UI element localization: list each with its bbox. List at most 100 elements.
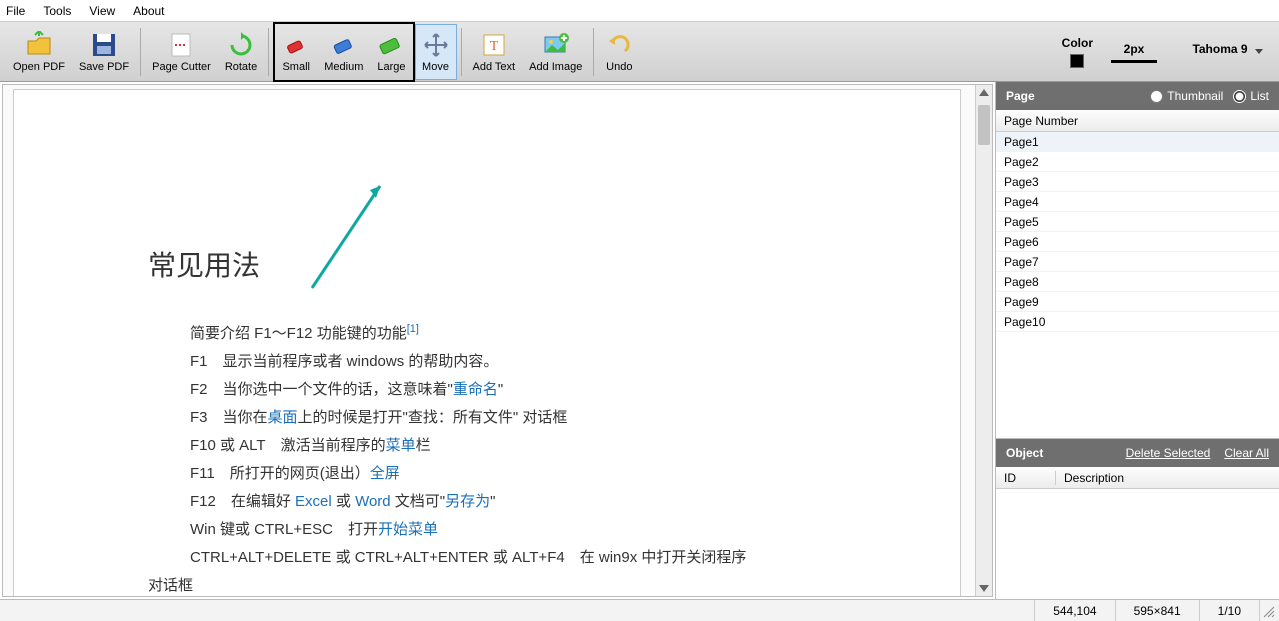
doc-link[interactable]: Excel	[295, 493, 332, 510]
toolbar-right: Color 2px Tahoma 9	[1062, 22, 1265, 82]
page-cutter-label: Page Cutter	[152, 61, 211, 73]
page-list-item[interactable]: Page10	[996, 312, 1279, 332]
page-list-item[interactable]: Page8	[996, 272, 1279, 292]
menu-file[interactable]: File	[6, 4, 25, 18]
status-bar: 544,104 595×841 1/10	[0, 599, 1279, 621]
svg-text:T: T	[490, 39, 499, 54]
add-image-label: Add Image	[529, 61, 582, 73]
add-image-button[interactable]: Add Image	[522, 24, 589, 80]
page-list-item[interactable]: Page4	[996, 192, 1279, 212]
clear-all-link[interactable]: Clear All	[1224, 446, 1269, 460]
add-image-icon	[542, 31, 570, 59]
doc-row: Win 键或 CTRL+ESC 打开开始菜单	[190, 516, 908, 544]
scroll-thumb[interactable]	[978, 105, 990, 145]
undo-label: Undo	[606, 61, 632, 73]
vertical-scrollbar[interactable]	[975, 85, 992, 596]
move-button[interactable]: Move	[415, 24, 457, 80]
eraser-small-icon	[282, 31, 310, 59]
status-dimensions: 595×841	[1115, 600, 1199, 621]
page-list-item[interactable]: Page6	[996, 232, 1279, 252]
page-list: Page Number Page1Page2Page3Page4Page5Pag…	[996, 110, 1279, 439]
ref-link[interactable]: [1]	[407, 323, 419, 335]
document-content: 常见用法 简要介绍 F1～F12 功能键的功能[1] F1 显示当前程序或者 w…	[148, 244, 908, 597]
page-cutter-button[interactable]: Page Cutter	[145, 24, 218, 80]
doc-row: F3 当你在桌面上的时候是打开"查找：所有文件" 对话框	[190, 404, 908, 432]
doc-link[interactable]: 全屏	[370, 465, 400, 482]
stroke-width-picker[interactable]: 2px	[1111, 42, 1157, 63]
page-list-header: Page Number	[996, 110, 1279, 132]
doc-row: F1 显示当前程序或者 windows 的帮助内容。	[190, 348, 908, 376]
doc-link[interactable]: Word	[355, 493, 391, 510]
save-pdf-button[interactable]: Save PDF	[72, 24, 136, 80]
toolbar: Open PDF Save PDF Page Cutter Rotate Sma…	[0, 22, 1279, 82]
move-icon	[422, 31, 450, 59]
scroll-down-icon[interactable]	[979, 585, 989, 592]
eraser-small-button[interactable]: Small	[275, 24, 317, 80]
status-coords: 544,104	[1034, 600, 1114, 621]
eraser-medium-button[interactable]: Medium	[317, 24, 370, 80]
doc-link[interactable]: 另存为	[445, 493, 490, 510]
object-panel: Object Delete Selected Clear All ID Desc…	[996, 439, 1279, 599]
stroke-preview-icon	[1111, 60, 1157, 63]
font-picker[interactable]: Tahoma 9	[1175, 42, 1265, 62]
page-list-item[interactable]: Page5	[996, 212, 1279, 232]
eraser-large-label: Large	[377, 61, 405, 73]
scissors-icon	[167, 31, 195, 59]
page-panel-header: Page Thumbnail List	[996, 82, 1279, 110]
toolbar-separator	[140, 28, 141, 76]
color-picker[interactable]: Color	[1062, 36, 1093, 68]
doc-row: F10 或 ALT 激活当前程序的菜单栏	[190, 432, 908, 460]
undo-button[interactable]: Undo	[598, 24, 640, 80]
eraser-medium-label: Medium	[324, 61, 363, 73]
menu-view[interactable]: View	[89, 4, 115, 18]
toolbar-separator	[461, 28, 462, 76]
color-label: Color	[1062, 36, 1093, 50]
resize-grip-icon[interactable]	[1259, 600, 1279, 621]
open-pdf-button[interactable]: Open PDF	[6, 24, 72, 80]
delete-selected-link[interactable]: Delete Selected	[1126, 446, 1211, 460]
list-radio[interactable]: List	[1233, 89, 1269, 103]
open-pdf-label: Open PDF	[13, 61, 65, 73]
scroll-up-icon[interactable]	[979, 89, 989, 96]
page-list-item[interactable]: Page3	[996, 172, 1279, 192]
content-area: 常见用法 简要介绍 F1～F12 功能键的功能[1] F1 显示当前程序或者 w…	[0, 82, 1279, 599]
eraser-large-icon	[377, 31, 405, 59]
doc-link[interactable]: 桌面	[268, 409, 298, 426]
add-text-icon: T	[480, 31, 508, 59]
color-swatch-icon	[1070, 54, 1084, 68]
add-text-label: Add Text	[473, 61, 516, 73]
col-id: ID	[996, 471, 1056, 485]
eraser-medium-icon	[330, 31, 358, 59]
menu-bar: File Tools View About	[0, 0, 1279, 22]
menu-about[interactable]: About	[133, 4, 164, 18]
doc-link[interactable]: 重命名	[453, 381, 498, 398]
add-text-button[interactable]: T Add Text	[466, 24, 523, 80]
object-panel-header: Object Delete Selected Clear All	[996, 439, 1279, 467]
object-panel-title: Object	[1006, 446, 1043, 460]
doc-row: CTRL+ALT+DELETE 或 CTRL+ALT+ENTER 或 ALT+F…	[190, 544, 908, 572]
page-list-item[interactable]: Page1	[996, 132, 1279, 152]
doc-intro: 简要介绍 F1～F12 功能键的功能[1]	[190, 314, 908, 348]
font-label: Tahoma 9	[1192, 42, 1247, 56]
thumbnail-radio[interactable]: Thumbnail	[1150, 89, 1223, 103]
doc-trail: 对话框	[148, 572, 908, 597]
move-label: Move	[422, 61, 449, 73]
save-icon	[90, 31, 118, 59]
rotate-icon	[227, 31, 255, 59]
open-pdf-icon	[25, 31, 53, 59]
document-page[interactable]: 常见用法 简要介绍 F1～F12 功能键的功能[1] F1 显示当前程序或者 w…	[13, 89, 961, 597]
eraser-large-button[interactable]: Large	[370, 24, 412, 80]
doc-title: 常见用法	[148, 244, 908, 284]
toolbar-separator	[268, 28, 269, 76]
eraser-group: Small Medium Large	[273, 22, 414, 82]
page-list-item[interactable]: Page9	[996, 292, 1279, 312]
object-columns: ID Description	[996, 467, 1279, 489]
page-panel-title: Page	[1006, 89, 1035, 103]
doc-row: F2 当你选中一个文件的话，这意味着"重命名"	[190, 376, 908, 404]
rotate-button[interactable]: Rotate	[218, 24, 264, 80]
doc-link[interactable]: 菜单	[386, 437, 416, 454]
page-list-item[interactable]: Page2	[996, 152, 1279, 172]
doc-link[interactable]: 开始菜单	[378, 521, 438, 538]
page-list-item[interactable]: Page7	[996, 252, 1279, 272]
menu-tools[interactable]: Tools	[43, 4, 71, 18]
